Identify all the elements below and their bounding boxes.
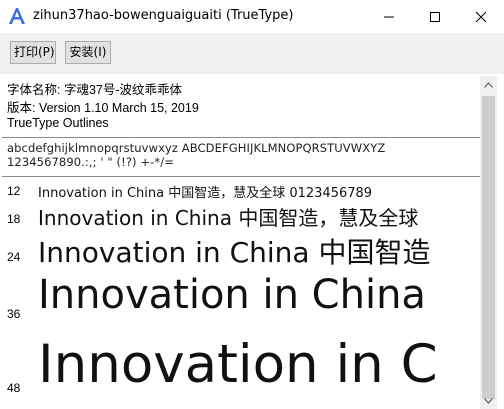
sample-text: Innovation in China (38, 272, 426, 318)
sample-text: Innovation in China 中国智造 (38, 236, 431, 269)
minimize-button[interactable] (366, 0, 412, 33)
scroll-thumb[interactable] (482, 96, 495, 399)
maximize-icon (430, 11, 440, 22)
font-version-line: 版本: Version 1.10 March 15, 2019 (7, 101, 199, 115)
scroll-up-button[interactable] (480, 76, 497, 93)
minimize-icon (384, 16, 394, 17)
sample-text: Innovation in China 中国智造，慧及全球 (38, 206, 419, 230)
sample-text: Innovation in C (38, 334, 438, 395)
install-button[interactable]: 安装(I) (65, 41, 111, 64)
sample-size-label: 36 (7, 307, 21, 321)
charset-digits: 1234567890.:,; ' " (!?) +-*/= (7, 155, 174, 169)
font-name-line: 字体名称: 字魂37号-波纹乖乖体 (7, 83, 183, 97)
divider (2, 176, 480, 177)
window-border (497, 76, 504, 409)
chevron-down-icon (484, 397, 493, 404)
sample-size-label: 12 (7, 184, 21, 198)
font-type-line: TrueType Outlines (7, 116, 109, 130)
font-viewer-window: zihun37hao-bowenguaiguaiti (TrueType) 打印… (0, 0, 504, 409)
font-preview-pane[interactable]: 字体名称: 字魂37号-波纹乖乖体 版本: Version 1.10 March… (2, 76, 480, 409)
window-title: zihun37hao-bowenguaiguaiti (TrueType) (33, 8, 294, 23)
toolbar: 打印(P) 安装(I) (0, 33, 504, 74)
font-a-icon (7, 6, 27, 26)
sample-size-label: 18 (7, 212, 21, 226)
sample-size-label: 48 (7, 381, 21, 395)
divider (2, 137, 480, 138)
close-icon (475, 11, 487, 22)
vertical-scrollbar[interactable] (480, 76, 497, 409)
close-button[interactable] (458, 0, 504, 33)
title-bar[interactable]: zihun37hao-bowenguaiguaiti (TrueType) (0, 0, 504, 33)
charset-letters: abcdefghijklmnopqrstuvwxyz ABCDEFGHIJKLM… (7, 141, 386, 155)
scroll-down-button[interactable] (480, 392, 497, 409)
chevron-up-icon (484, 81, 493, 88)
maximize-button[interactable] (412, 0, 458, 33)
sample-size-label: 24 (7, 250, 21, 264)
sample-text: Innovation in China 中国智造，慧及全球 0123456789 (38, 186, 373, 201)
print-button[interactable]: 打印(P) (10, 41, 56, 64)
